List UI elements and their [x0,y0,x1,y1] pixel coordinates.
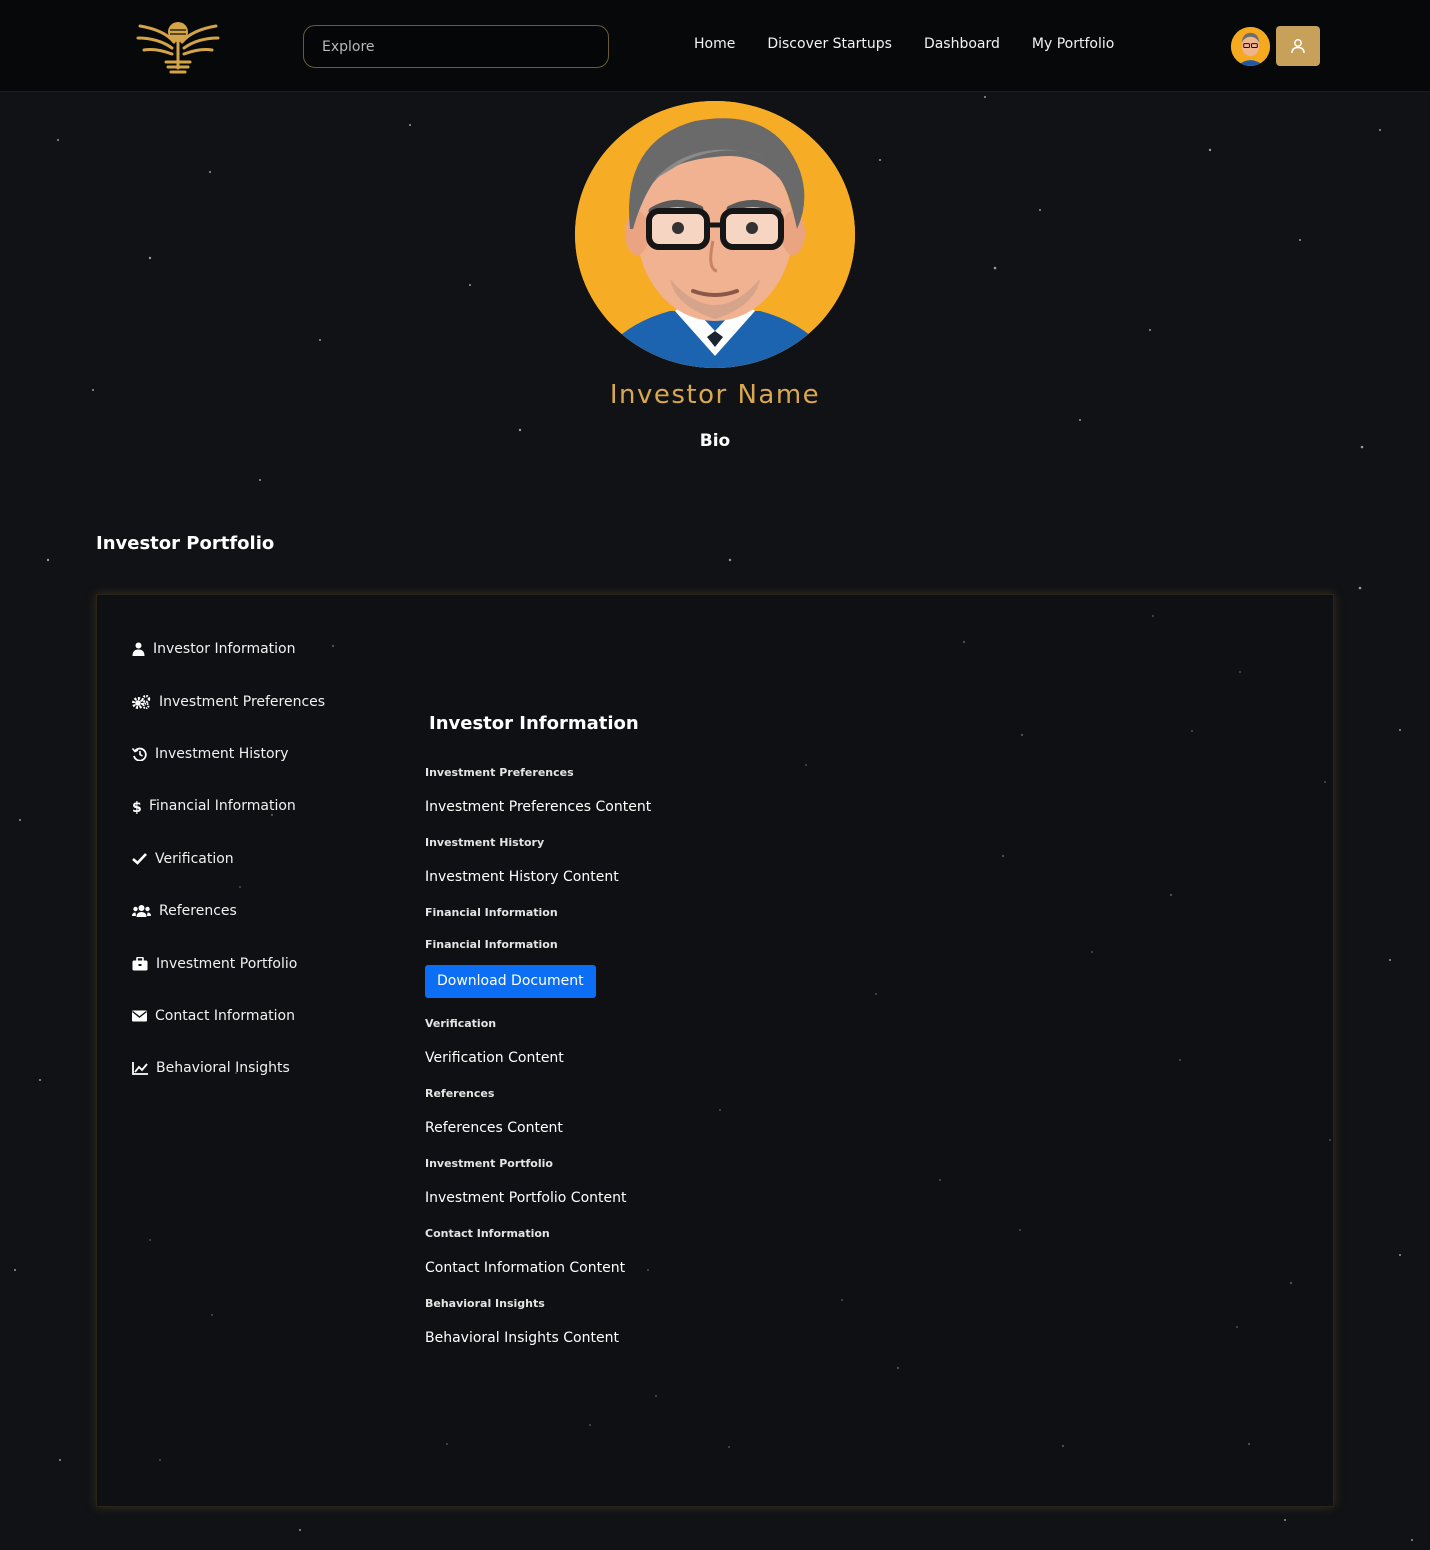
history-icon [132,747,147,761]
gears-icon [132,694,151,709]
sidebar-item-references[interactable]: References [132,885,325,937]
sidebar-item-label: Financial Information [149,798,296,815]
nav-link-dashboard[interactable]: Dashboard [924,36,1000,52]
svg-text:$: $ [132,800,141,814]
sidebar-item-investment-portfolio[interactable]: Investment Portfolio [132,937,325,989]
sidebar-item-label: References [159,903,237,920]
nav-link-my-portfolio[interactable]: My Portfolio [1032,36,1114,52]
investor-info-content: Investor Information Investment Preferen… [425,713,1025,1366]
preferences-label: Investment Preferences [425,766,574,779]
verification-value: Verification Content [425,1050,564,1066]
verification-label: Verification [425,1017,497,1030]
financial-label: Financial Information [425,906,558,919]
sidebar-item-label: Contact Information [155,1007,295,1024]
check-icon [132,853,147,866]
preferences-block: Investment Preferences Investment Prefer… [425,765,1025,817]
top-navbar: Home Discover Startups Dashboard My Port… [0,0,1430,92]
profile-avatar [575,101,855,368]
sidebar-item-contact-information[interactable]: Contact Information [132,990,325,1042]
portfolio-label: Investment Portfolio [425,1157,553,1170]
sidebar-item-label: Investment History [155,745,289,762]
portfolio-sidebar: Investor Information Investment Preferen… [132,623,325,1095]
portfolio-value: Investment Portfolio Content [425,1190,627,1206]
financial-sublabel: Financial Information [425,938,558,951]
sidebar-item-label: Investment Preferences [159,693,326,710]
history-block: Investment History Investment History Co… [425,835,1025,887]
references-block: References References Content [425,1086,1025,1138]
user-icon [132,642,145,657]
nav-links: Home Discover Startups Dashboard My Port… [694,36,1114,52]
search-input[interactable] [303,25,609,68]
sidebar-item-financial-information[interactable]: $ Financial Information [132,780,325,832]
briefcase-icon [132,956,148,971]
envelope-icon [132,1010,147,1022]
sidebar-item-verification[interactable]: Verification [132,833,325,885]
user-menu-button[interactable] [1276,26,1320,66]
contact-block: Contact Information Contact Information … [425,1226,1025,1278]
sidebar-item-label: Verification [155,850,234,867]
portfolio-block: Investment Portfolio Investment Portfoli… [425,1156,1025,1208]
contact-value: Contact Information Content [425,1260,626,1276]
nav-link-home[interactable]: Home [694,36,735,52]
user-icon [1291,39,1305,54]
golden-tree-logo[interactable] [134,16,222,74]
sidebar-item-investor-information[interactable]: Investor Information [132,623,325,675]
investor-bio: Bio [699,431,731,451]
sidebar-item-behavioral-insights[interactable]: Behavioral Insights [132,1042,325,1094]
behavioral-label: Behavioral Insights [425,1297,545,1310]
financial-block: Financial Information Financial Informat… [425,905,1025,998]
verification-block: Verification Verification Content [425,1016,1025,1068]
dollar-icon: $ [132,800,141,814]
sidebar-item-investment-history[interactable]: Investment History [132,728,325,780]
sidebar-item-label: Investor Information [153,641,296,658]
investor-name: Investor Name [609,380,821,410]
sidebar-item-investment-preferences[interactable]: Investment Preferences [132,675,325,727]
contact-label: Contact Information [425,1227,550,1240]
history-label: Investment History [425,836,545,849]
history-value: Investment History Content [425,869,619,885]
download-document-button[interactable]: Download Document [425,965,596,998]
preferences-value: Investment Preferences Content [425,799,652,815]
portfolio-section-title: Investor Portfolio [96,533,275,554]
behavioral-value: Behavioral Insights Content [425,1330,619,1346]
references-value: References Content [425,1120,563,1136]
users-icon [132,905,151,918]
sidebar-item-label: Investment Portfolio [156,955,298,972]
references-label: References [425,1087,495,1100]
content-title: Investor Information [429,713,639,734]
navbar-avatar[interactable] [1231,27,1270,66]
sidebar-item-label: Behavioral Insights [156,1060,290,1077]
portfolio-card: Investor Information Investment Preferen… [96,594,1334,1507]
behavioral-block: Behavioral Insights Behavioral Insights … [425,1296,1025,1348]
chart-line-icon [132,1061,148,1075]
nav-link-discover-startups[interactable]: Discover Startups [767,36,892,52]
